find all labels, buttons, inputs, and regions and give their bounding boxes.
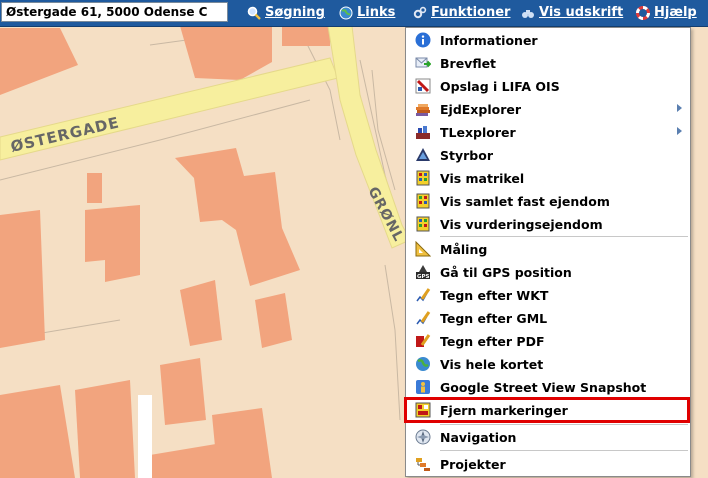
menu-item-vis-hele-kortet[interactable]: Vis hele kortet [406,353,690,376]
tl-explorer-icon [415,124,431,140]
navigation-icon [415,429,431,445]
menu-item-label: Brevflet [440,56,497,71]
menu-item-label: Måling [440,242,488,257]
menu-item-label: Gå til GPS position [440,265,572,280]
draw-gml-icon [415,310,431,326]
menu-item-brevflet[interactable]: Brevflet [406,52,690,75]
functions-label: Funktioner [431,5,511,20]
matrikel-icon [415,170,431,186]
submenu-arrow-icon [677,127,682,135]
styrbor-icon [415,147,431,163]
menu-item-vis-vurderingsejendom[interactable]: Vis vurderingsejendom [406,213,690,236]
menu-item-styrbor[interactable]: Styrbor [406,144,690,167]
help-label: Hjælp [654,5,697,20]
toolbar: Søgning Links Funktioner Vis udskrift Hj… [0,0,708,27]
menu-item-google-street-view[interactable]: Google Street View Snapshot [406,376,690,399]
menu-item-label: Vis hele kortet [440,357,544,372]
ejd-explorer-icon [415,101,431,117]
menu-item-label: Tegn efter PDF [440,334,545,349]
submenu-arrow-icon [677,104,682,112]
menu-item-tegn-efter-wkt[interactable]: Tegn efter WKT [406,284,690,307]
remove-markings-icon [415,402,431,418]
print-preview-label: Vis udskrift [539,5,624,20]
valuation-icon [415,216,431,232]
search-button[interactable]: Søgning [247,2,325,23]
info-icon [415,32,431,48]
address-search-input[interactable] [1,2,228,22]
menu-item-opslag-lifa-ois[interactable]: Opslag i LIFA OIS [406,75,690,98]
menu-item-label: TLexplorer [440,125,516,140]
menu-item-label: Styrbor [440,148,493,163]
gears-icon [413,6,427,20]
menu-item-navigation[interactable]: Navigation [406,426,690,449]
menu-item-ga-til-gps[interactable]: GPS Gå til GPS position [406,261,690,284]
menu-item-informationer[interactable]: Informationer [406,29,690,52]
menu-item-label: Vis matrikel [440,171,525,186]
draw-wkt-icon [415,287,431,303]
menu-item-label: Tegn efter WKT [440,288,549,303]
menu-item-vis-matrikel[interactable]: Vis matrikel [406,167,690,190]
menu-item-vis-samlet-fast-ejendom[interactable]: Vis samlet fast ejendom [406,190,690,213]
links-button[interactable]: Links [339,2,395,23]
functions-dropdown-menu: Informationer Brevflet Opslag i LIFA OIS… [405,27,691,477]
street-view-icon [415,379,431,395]
menu-item-label: EjdExplorer [440,102,521,117]
menu-item-label: Google Street View Snapshot [440,380,647,395]
measure-icon [415,240,432,257]
lookup-icon [415,78,431,94]
menu-separator [440,424,688,425]
links-label: Links [357,5,396,20]
search-label: Søgning [265,5,325,20]
lifebuoy-icon [636,5,650,20]
menu-item-ejdexplorer[interactable]: EjdExplorer [406,98,690,121]
menu-item-label: Opslag i LIFA OIS [440,79,560,94]
menu-item-maling[interactable]: Måling [406,238,690,261]
menu-separator [440,450,688,451]
functions-button[interactable]: Funktioner [413,2,510,23]
menu-item-label: Vis samlet fast ejendom [440,194,610,209]
mail-merge-icon [415,55,432,71]
menu-item-projekter[interactable]: Projekter [406,453,690,476]
menu-item-label: Tegn efter GML [440,311,548,326]
menu-item-tlexplorer[interactable]: TLexplorer [406,121,690,144]
help-button[interactable]: Hjælp [636,2,697,23]
draw-pdf-icon [415,333,431,349]
binoculars-icon [521,6,535,20]
svg-text:GPS: GPS [417,274,430,280]
menu-item-label: Informationer [440,33,538,48]
projects-icon [415,456,431,472]
magnifier-icon [247,6,261,20]
menu-item-tegn-efter-pdf[interactable]: Tegn efter PDF [406,330,690,353]
menu-item-label: Vis vurderingsejendom [440,217,603,232]
menu-separator [440,236,688,237]
globe-icon [339,6,353,20]
menu-item-label: Fjern markeringer [440,403,568,418]
print-preview-button[interactable]: Vis udskrift [521,2,623,23]
globe-icon [415,356,431,372]
menu-item-label: Projekter [440,457,506,472]
menu-item-fjern-markeringer[interactable]: Fjern markeringer [406,399,690,422]
property-icon [415,193,431,209]
gps-icon: GPS [415,264,431,280]
menu-item-tegn-efter-gml[interactable]: Tegn efter GML [406,307,690,330]
menu-item-label: Navigation [440,430,517,445]
